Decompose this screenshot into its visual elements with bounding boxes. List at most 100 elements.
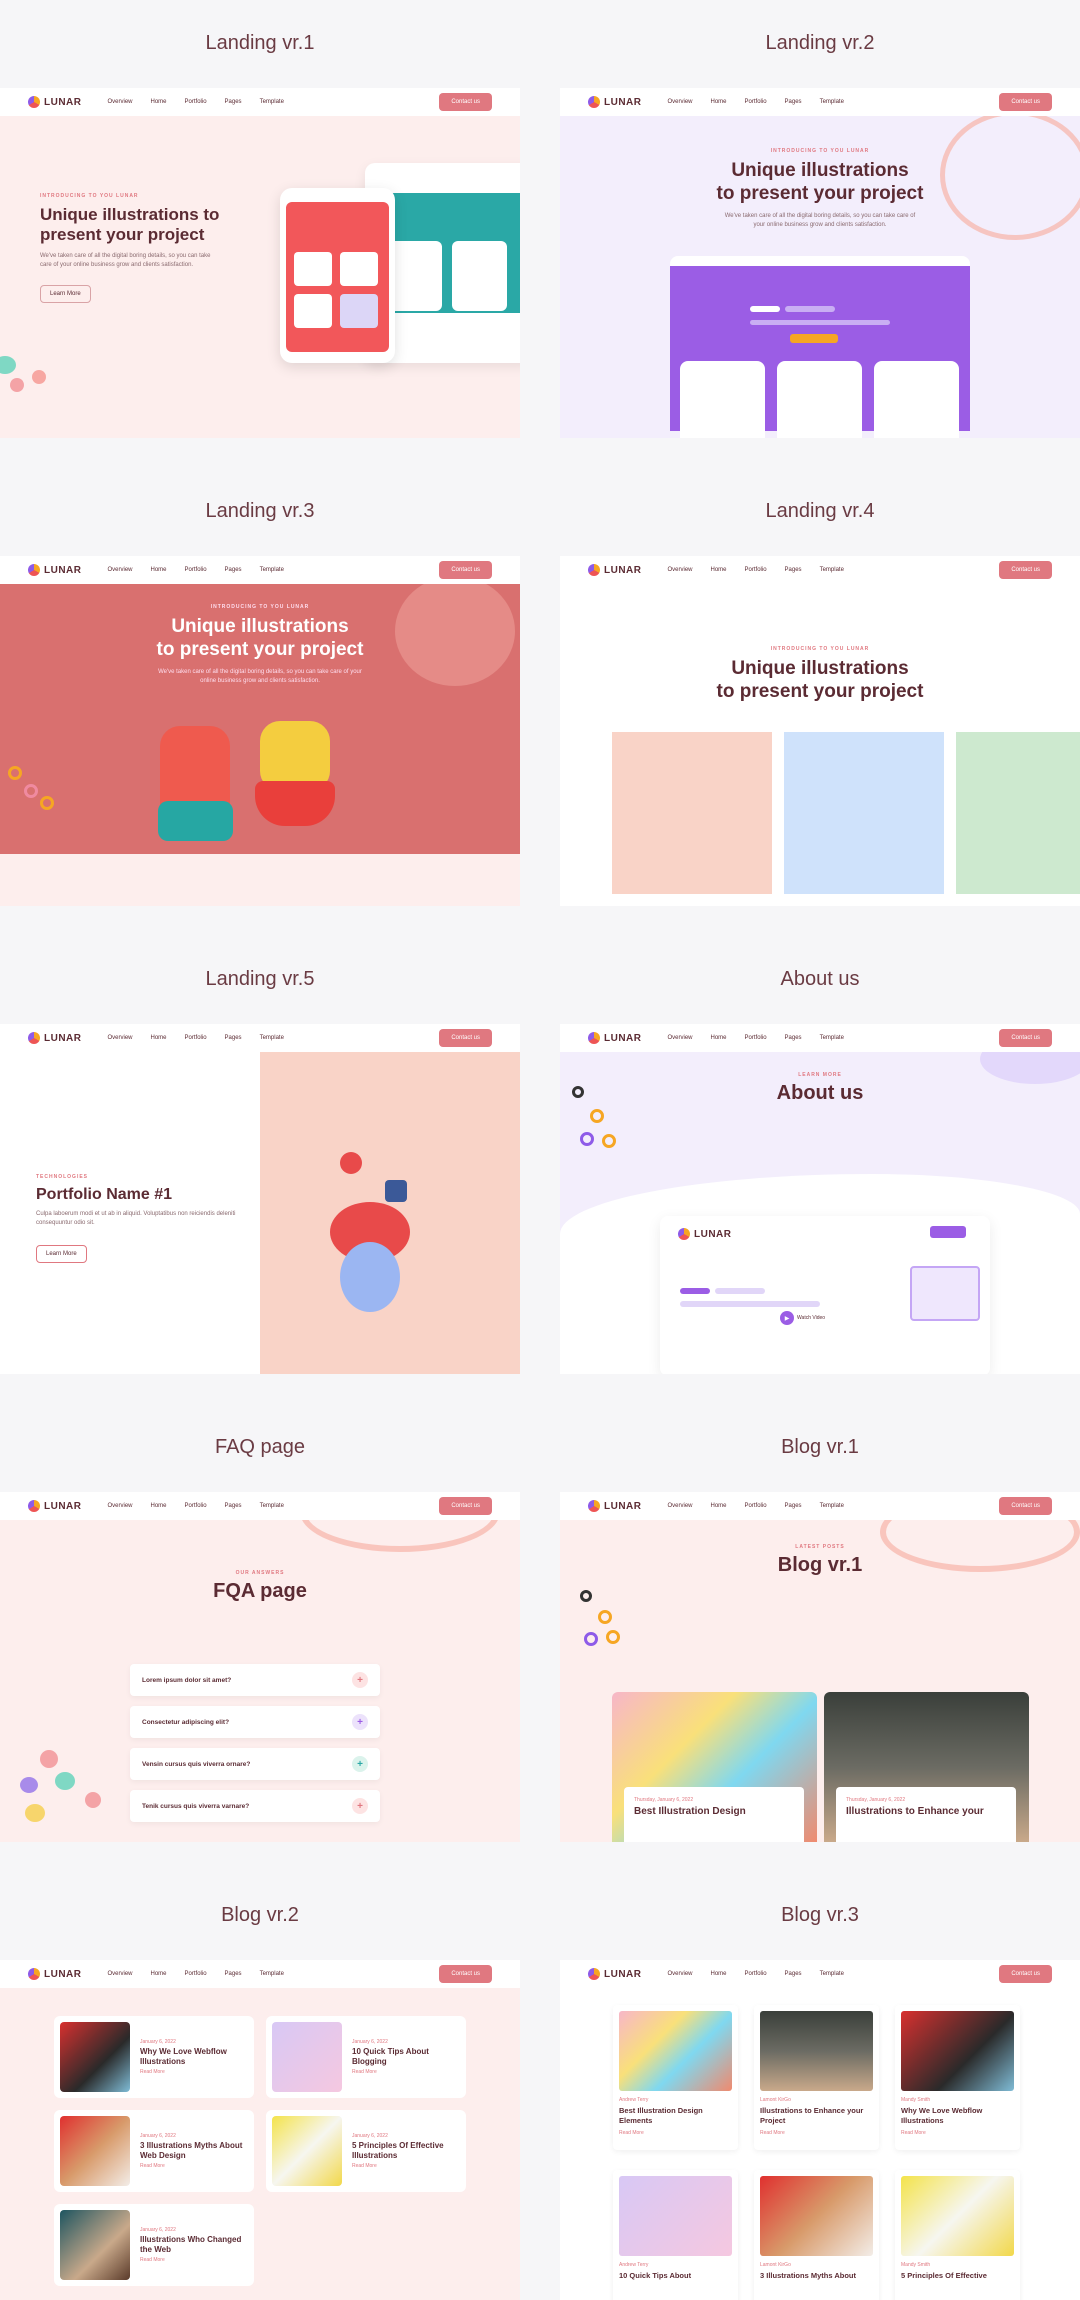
- nav-home[interactable]: Home: [711, 567, 727, 573]
- nav-template[interactable]: Template: [820, 1971, 844, 1977]
- contact-button[interactable]: Contact us: [999, 1965, 1052, 1983]
- contact-button[interactable]: Contact us: [999, 1029, 1052, 1047]
- blog-2-preview[interactable]: LUNAR Overview Home Portfolio Pages Temp…: [0, 1960, 520, 2300]
- nav-template[interactable]: Template: [260, 1503, 284, 1509]
- nav-pages[interactable]: Pages: [225, 567, 242, 573]
- nav-pages[interactable]: Pages: [785, 1035, 802, 1041]
- read-more-link[interactable]: Read More: [901, 2130, 1014, 2136]
- nav-portfolio[interactable]: Portfolio: [185, 99, 207, 105]
- nav-overview[interactable]: Overview: [108, 99, 133, 105]
- logo[interactable]: LUNAR: [28, 1968, 82, 1980]
- post-title[interactable]: 3 Illustrations Myths About: [760, 2271, 873, 2281]
- nav-pages[interactable]: Pages: [225, 1503, 242, 1509]
- blog-card[interactable]: Andrew Terry 10 Quick Tips About: [613, 2170, 738, 2300]
- contact-button[interactable]: Contact us: [439, 1029, 492, 1047]
- logo[interactable]: LUNAR: [588, 564, 642, 576]
- nav-home[interactable]: Home: [711, 1035, 727, 1041]
- nav-portfolio[interactable]: Portfolio: [745, 1503, 767, 1509]
- plus-icon[interactable]: +: [352, 1672, 368, 1688]
- contact-button[interactable]: Contact us: [439, 561, 492, 579]
- blog-card[interactable]: Lamont KirGo 3 Illustrations Myths About: [754, 2170, 879, 2300]
- nav-overview[interactable]: Overview: [668, 1503, 693, 1509]
- faq-item[interactable]: Tenik cursus quis viverra varnare? +: [130, 1790, 380, 1822]
- read-more-link[interactable]: Read More: [140, 2069, 248, 2075]
- nav-home[interactable]: Home: [151, 1971, 167, 1977]
- blog-card[interactable]: Mandy Smith Why We Love Webflow Illustra…: [895, 2005, 1020, 2150]
- blog-card[interactable]: Mandy Smith 5 Principles Of Effective: [895, 2170, 1020, 2300]
- plus-icon[interactable]: +: [352, 1798, 368, 1814]
- nav-template[interactable]: Template: [260, 1971, 284, 1977]
- post-title[interactable]: Why We Love Webflow Illustrations: [140, 2047, 248, 2068]
- contact-button[interactable]: Contact us: [439, 1965, 492, 1983]
- post-title[interactable]: Best Illustration Design: [634, 1805, 794, 1818]
- nav-portfolio[interactable]: Portfolio: [185, 1035, 207, 1041]
- nav-overview[interactable]: Overview: [108, 1035, 133, 1041]
- nav-home[interactable]: Home: [151, 99, 167, 105]
- nav-template[interactable]: Template: [820, 99, 844, 105]
- plus-icon[interactable]: +: [352, 1714, 368, 1730]
- read-more-link[interactable]: Read More: [352, 2163, 460, 2169]
- blog-1-preview[interactable]: LUNAR Overview Home Portfolio Pages Temp…: [560, 1492, 1080, 1842]
- learn-more-button[interactable]: Learn More: [36, 1245, 87, 1263]
- read-more-link[interactable]: Read More: [352, 2069, 460, 2075]
- contact-button[interactable]: Contact us: [439, 93, 492, 111]
- nav-pages[interactable]: Pages: [225, 1035, 242, 1041]
- logo[interactable]: LUNAR: [588, 1032, 642, 1044]
- nav-portfolio[interactable]: Portfolio: [745, 99, 767, 105]
- nav-overview[interactable]: Overview: [108, 1503, 133, 1509]
- nav-overview[interactable]: Overview: [108, 567, 133, 573]
- nav-portfolio[interactable]: Portfolio: [185, 567, 207, 573]
- nav-portfolio[interactable]: Portfolio: [745, 1971, 767, 1977]
- logo[interactable]: LUNAR: [588, 1968, 642, 1980]
- nav-pages[interactable]: Pages: [225, 1971, 242, 1977]
- nav-home[interactable]: Home: [711, 1503, 727, 1509]
- landing-1-preview[interactable]: LUNAR Overview Home Portfolio Pages Temp…: [0, 88, 520, 438]
- post-title[interactable]: Illustrations to Enhance your Project: [760, 2106, 873, 2126]
- nav-pages[interactable]: Pages: [225, 99, 242, 105]
- blog-card[interactable]: January 6, 2022 5 Principles Of Effectiv…: [266, 2110, 466, 2192]
- post-title[interactable]: Illustrations to Enhance your: [846, 1805, 1006, 1818]
- blog-3-preview[interactable]: LUNAR Overview Home Portfolio Pages Temp…: [560, 1960, 1080, 2300]
- contact-button[interactable]: Contact us: [999, 93, 1052, 111]
- post-title[interactable]: 10 Quick Tips About: [619, 2271, 732, 2281]
- post-title[interactable]: 5 Principles Of Effective Illustrations: [352, 2141, 460, 2162]
- logo[interactable]: LUNAR: [28, 1032, 82, 1044]
- nav-portfolio[interactable]: Portfolio: [745, 567, 767, 573]
- illustration-tile-skater[interactable]: [784, 732, 944, 894]
- nav-overview[interactable]: Overview: [668, 1971, 693, 1977]
- nav-template[interactable]: Template: [260, 567, 284, 573]
- nav-portfolio[interactable]: Portfolio: [745, 1035, 767, 1041]
- nav-home[interactable]: Home: [711, 99, 727, 105]
- watch-video-button[interactable]: ▶ Watch Video: [780, 1311, 825, 1325]
- read-more-link[interactable]: Read More: [140, 2163, 248, 2169]
- nav-pages[interactable]: Pages: [785, 99, 802, 105]
- nav-overview[interactable]: Overview: [108, 1971, 133, 1977]
- post-title[interactable]: 3 Illustrations Myths About Web Design: [140, 2141, 248, 2162]
- logo[interactable]: LUNAR: [588, 1500, 642, 1512]
- nav-home[interactable]: Home: [151, 1035, 167, 1041]
- blog-card[interactable]: January 6, 2022 3 Illustrations Myths Ab…: [54, 2110, 254, 2192]
- plus-icon[interactable]: +: [352, 1756, 368, 1772]
- contact-button[interactable]: Contact us: [999, 1497, 1052, 1515]
- nav-pages[interactable]: Pages: [785, 1971, 802, 1977]
- logo[interactable]: LUNAR: [28, 1500, 82, 1512]
- logo[interactable]: LUNAR: [28, 564, 82, 576]
- post-title[interactable]: Why We Love Webflow Illustrations: [901, 2106, 1014, 2126]
- learn-more-button[interactable]: Learn More: [40, 284, 91, 303]
- nav-template[interactable]: Template: [260, 99, 284, 105]
- nav-pages[interactable]: Pages: [785, 1503, 802, 1509]
- nav-portfolio[interactable]: Portfolio: [185, 1503, 207, 1509]
- logo[interactable]: LUNAR: [28, 96, 82, 108]
- read-more-link[interactable]: Read More: [140, 2257, 248, 2263]
- blog-card[interactable]: Thursday, January 6, 2022 Illustrations …: [824, 1692, 1029, 1842]
- post-title[interactable]: 5 Principles Of Effective: [901, 2271, 1014, 2281]
- nav-portfolio[interactable]: Portfolio: [185, 1971, 207, 1977]
- logo[interactable]: LUNAR: [588, 96, 642, 108]
- nav-pages[interactable]: Pages: [785, 567, 802, 573]
- blog-card[interactable]: January 6, 2022 Why We Love Webflow Illu…: [54, 2016, 254, 2098]
- illustration-tile-megaphone[interactable]: [612, 732, 772, 894]
- blog-card[interactable]: Thursday, January 6, 2022 Best Illustrat…: [612, 1692, 817, 1842]
- nav-overview[interactable]: Overview: [668, 99, 693, 105]
- nav-template[interactable]: Template: [820, 567, 844, 573]
- blog-card[interactable]: January 6, 2022 10 Quick Tips About Blog…: [266, 2016, 466, 2098]
